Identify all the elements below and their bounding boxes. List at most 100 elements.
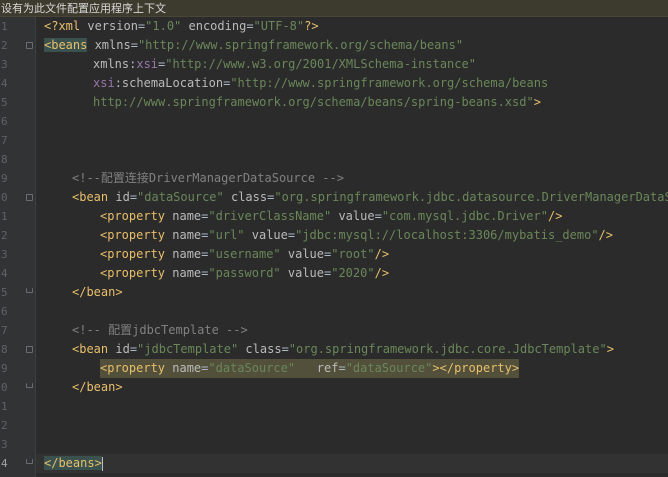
line-number: 5 (1, 96, 8, 109)
code-line-empty[interactable] (36, 435, 668, 454)
gutter-line[interactable]: 3 (0, 435, 36, 454)
line-number: 9 (1, 172, 8, 185)
xml-tag: <property (100, 209, 166, 223)
code-line-empty[interactable] (36, 131, 668, 150)
fold-marker-icon[interactable] (26, 383, 33, 388)
gutter-line[interactable]: 4 (0, 74, 36, 93)
line-number: 5 (1, 286, 8, 299)
line-number: 8 (1, 153, 8, 166)
attribute-value: "http://www.w3.org/2001/XMLSchema-instan… (165, 57, 476, 71)
code-line-empty[interactable] (36, 150, 668, 169)
code-line[interactable]: <property name="driverClassName" value="… (36, 207, 668, 226)
attribute-value: "dataSource" (137, 190, 224, 204)
gutter-line[interactable]: 0 (0, 188, 36, 207)
gutter-line[interactable]: 9 (0, 359, 36, 378)
attribute-value: "dataSource" (208, 361, 296, 375)
code-line[interactable]: <property name="username" value="root"/> (36, 245, 668, 264)
attribute-value: "password" (208, 266, 281, 280)
gutter-line[interactable]: 1 (0, 17, 36, 36)
code-line[interactable]: <property name="url" value="jdbc:mysql:/… (36, 226, 668, 245)
line-number: 1 (1, 210, 8, 223)
code-line[interactable]: <property name="dataSource" ref="dataSou… (36, 359, 668, 378)
code-line[interactable]: xsi:schemaLocation="http://www.springfra… (36, 74, 668, 93)
attribute-name: schemaLocation (121, 76, 224, 90)
attribute-name: value (331, 209, 375, 223)
gutter-line[interactable]: 3 (0, 245, 36, 264)
xml-tag: </bean> (72, 285, 123, 299)
xml-tag: <property (100, 228, 166, 242)
gutter-line[interactable]: 6 (0, 112, 36, 131)
code-line-empty[interactable] (36, 112, 668, 131)
line-number: 4 (1, 267, 8, 280)
fold-marker-icon[interactable] (26, 194, 33, 201)
context-warning-banner[interactable]: 设有为此文件配置应用程序上下文 (0, 0, 668, 17)
line-number: 6 (1, 115, 8, 128)
equals-sign: = (246, 19, 254, 33)
xml-tag: /> (547, 209, 563, 223)
code-line[interactable]: <!-- 配置jdbcTemplate --> (36, 321, 668, 340)
gutter-line[interactable]: 7 (0, 131, 36, 150)
gutter-line[interactable]: 2 (0, 416, 36, 435)
code-line-empty[interactable] (36, 302, 668, 321)
code-line[interactable]: </bean> (36, 283, 668, 302)
attribute-value: "driverClassName" (208, 209, 332, 223)
attribute-name: xsi (136, 57, 159, 71)
gutter-line-current[interactable]: 4 (0, 454, 36, 473)
attribute-value: "root" (331, 247, 375, 261)
gutter-line[interactable]: 0 (0, 378, 36, 397)
gutter-line[interactable]: 9 (0, 169, 36, 188)
code-line[interactable]: <!--配置连接DriverManagerDataSource --> (36, 169, 668, 188)
xml-tag: <bean (72, 190, 109, 204)
line-number: 7 (1, 134, 8, 147)
line-number: 0 (1, 191, 8, 204)
fold-marker-icon[interactable] (26, 42, 33, 49)
code-line[interactable]: <?xml version="1.0" encoding="UTF-8"?> (36, 17, 668, 36)
xml-declaration: ?> (304, 19, 319, 33)
attribute-name: value (280, 247, 324, 261)
code-line-empty[interactable] (36, 397, 668, 416)
fold-marker-icon[interactable] (26, 346, 33, 353)
attribute-name: version (80, 19, 138, 33)
code-line-current[interactable]: </beans> (36, 454, 668, 473)
equals-sign: = (338, 361, 346, 375)
gutter-line[interactable]: 1 (0, 207, 36, 226)
code-editor[interactable]: <?xml version="1.0" encoding="UTF-8"?> <… (36, 17, 668, 477)
attribute-value: "jdbcTemplate" (137, 342, 239, 356)
code-line[interactable]: <property name="password" value="2020"/> (36, 264, 668, 283)
line-number: 2 (1, 39, 8, 52)
code-line[interactable]: http://www.springframework.org/schema/be… (36, 93, 668, 112)
equals-sign: = (281, 342, 289, 356)
gutter-line[interactable]: 8 (0, 340, 36, 359)
xml-comment: <!--配置连接DriverManagerDataSource --> (72, 171, 344, 185)
attribute-value: "url" (208, 228, 245, 242)
code-line[interactable]: <beans xmlns="http://www.springframework… (36, 36, 668, 55)
line-number: 6 (1, 305, 8, 318)
attribute-name: name (165, 247, 202, 261)
fold-marker-icon[interactable] (26, 459, 33, 464)
code-line[interactable]: </bean> (36, 378, 668, 397)
gutter-line[interactable]: 2 (0, 226, 36, 245)
fold-marker-icon[interactable] (26, 288, 33, 293)
gutter-line[interactable]: 5 (0, 93, 36, 112)
gutter-line[interactable]: 8 (0, 150, 36, 169)
equals-sign: = (130, 38, 138, 52)
gutter-line[interactable]: 6 (0, 302, 36, 321)
gutter-line[interactable]: 7 (0, 321, 36, 340)
attribute-name: id (108, 342, 130, 356)
code-line[interactable]: xmlns:xsi="http://www.w3.org/2001/XMLSch… (36, 55, 668, 74)
gutter-line[interactable]: 3 (0, 55, 36, 74)
code-line-empty[interactable] (36, 416, 668, 435)
code-line[interactable]: <bean id="dataSource" class="org.springf… (36, 188, 668, 207)
gutter-line[interactable]: 1 (0, 397, 36, 416)
line-number: 1 (1, 400, 8, 413)
attribute-name: ref (295, 361, 339, 375)
attribute-value: "com.mysql.jdbc.Driver" (381, 209, 548, 223)
gutter-line[interactable]: 2 (0, 36, 36, 55)
xml-tag: > (606, 342, 614, 356)
xml-comment: <!-- 配置jdbcTemplate --> (72, 323, 248, 337)
line-number-gutter[interactable]: 1 2 3 4 5 6 7 8 9 0 1 2 3 4 5 6 7 8 9 0 … (0, 17, 36, 477)
code-line[interactable]: <bean id="jdbcTemplate" class="org.sprin… (36, 340, 668, 359)
gutter-line[interactable]: 5 (0, 283, 36, 302)
gutter-line[interactable]: 4 (0, 264, 36, 283)
attribute-value: "org.springframework.jdbc.core.JdbcTempl… (288, 342, 607, 356)
